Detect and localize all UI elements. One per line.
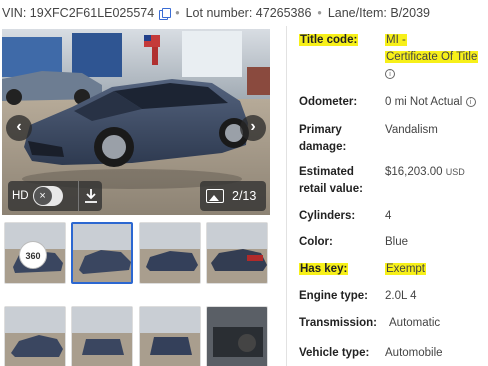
has-key-label: Has key: [299, 263, 349, 275]
thumbnail-car-image [5, 307, 65, 366]
thumbnail-car-image [207, 223, 267, 283]
engine-type-label: Engine type: [299, 290, 369, 302]
download-icon [84, 189, 97, 203]
thumbnail-2[interactable] [71, 222, 133, 284]
photo-counter-text: 2/13 [232, 189, 257, 203]
odometer-label: Odometer: [299, 96, 358, 108]
transmission-value: Automatic [389, 317, 441, 329]
lot-value: 47265386 [255, 6, 312, 20]
primary-damage-label-line2: damage: [299, 141, 347, 153]
title-code-label: Title code: [299, 34, 359, 46]
has-key-value: Exempt [385, 263, 426, 275]
vin-value: 19XFC2F61LE025574 [29, 6, 155, 20]
hd-toggle-box: HD × [8, 181, 102, 211]
vehicle-details-panel: Title code: MI - Certificate Of Title i … [286, 26, 488, 366]
retail-value-amount: $16,203.00 [385, 166, 443, 178]
info-icon[interactable]: i [465, 96, 476, 107]
thumbnail-1[interactable]: 360 [4, 222, 66, 284]
thumbnail-car-image [72, 307, 132, 366]
vin-label: VIN: [2, 6, 27, 20]
cylinders-label: Cylinders: [299, 210, 356, 222]
thumbnail-car-image [207, 307, 267, 366]
primary-damage-value: Vandalism [385, 124, 438, 136]
retail-value-label-line1: Estimated [299, 166, 354, 178]
thumbnail-car-image [140, 307, 200, 366]
lot-header-bar: VIN: 19XFC2F61LE025574 • Lot number: 472… [0, 0, 488, 26]
prev-photo-button[interactable]: ‹ [6, 115, 32, 141]
title-code-value-line1: MI - [385, 34, 407, 46]
lot-label: Lot number: [185, 6, 253, 20]
engine-type-value: 2.0L 4 [385, 290, 417, 302]
vehicle-type-label: Vehicle type: [299, 347, 370, 359]
thumbnail-car-image [73, 224, 131, 282]
thumbnail-3[interactable] [139, 222, 201, 284]
vehicle-type-value: Automobile [385, 347, 443, 359]
currency-label: USD [445, 167, 465, 177]
download-button[interactable] [78, 181, 102, 211]
copy-icon[interactable] [159, 7, 172, 20]
hd-toggle-switch[interactable]: × [32, 186, 63, 206]
thumbnail-car-image [140, 223, 200, 283]
separator-dot: • [175, 6, 180, 20]
odometer-value: 0 mi Not Actual [385, 96, 463, 108]
hd-label: HD [12, 190, 29, 202]
photo-counter[interactable]: 2/13 [200, 181, 266, 211]
thumbnail-8[interactable] [206, 306, 268, 366]
gallery-icon [206, 189, 224, 203]
color-value: Blue [385, 236, 409, 248]
retail-value-label-line2: retail value: [299, 183, 363, 195]
thumbnail-5[interactable] [4, 306, 66, 366]
title-code-value-line2: Certificate Of Title [385, 51, 479, 63]
color-label: Color: [299, 236, 333, 248]
spin-360-badge[interactable]: 360 [19, 241, 47, 269]
thumbnail-6[interactable] [71, 306, 133, 366]
cylinders-value: 4 [385, 210, 392, 222]
lane-value: B/2039 [390, 6, 430, 20]
lane-label: Lane/Item: [327, 6, 387, 20]
info-icon[interactable]: i [385, 68, 395, 79]
next-photo-button[interactable]: › [240, 115, 266, 141]
transmission-label: Transmission: [299, 317, 377, 329]
primary-damage-label-line1: Primary [299, 124, 342, 136]
close-icon: × [33, 187, 52, 205]
thumbnail-7[interactable] [139, 306, 201, 366]
main-vehicle-photo[interactable]: ‹ › HD × 2/13 [2, 29, 270, 215]
thumbnail-4[interactable] [206, 222, 268, 284]
separator-dot: • [317, 6, 322, 20]
